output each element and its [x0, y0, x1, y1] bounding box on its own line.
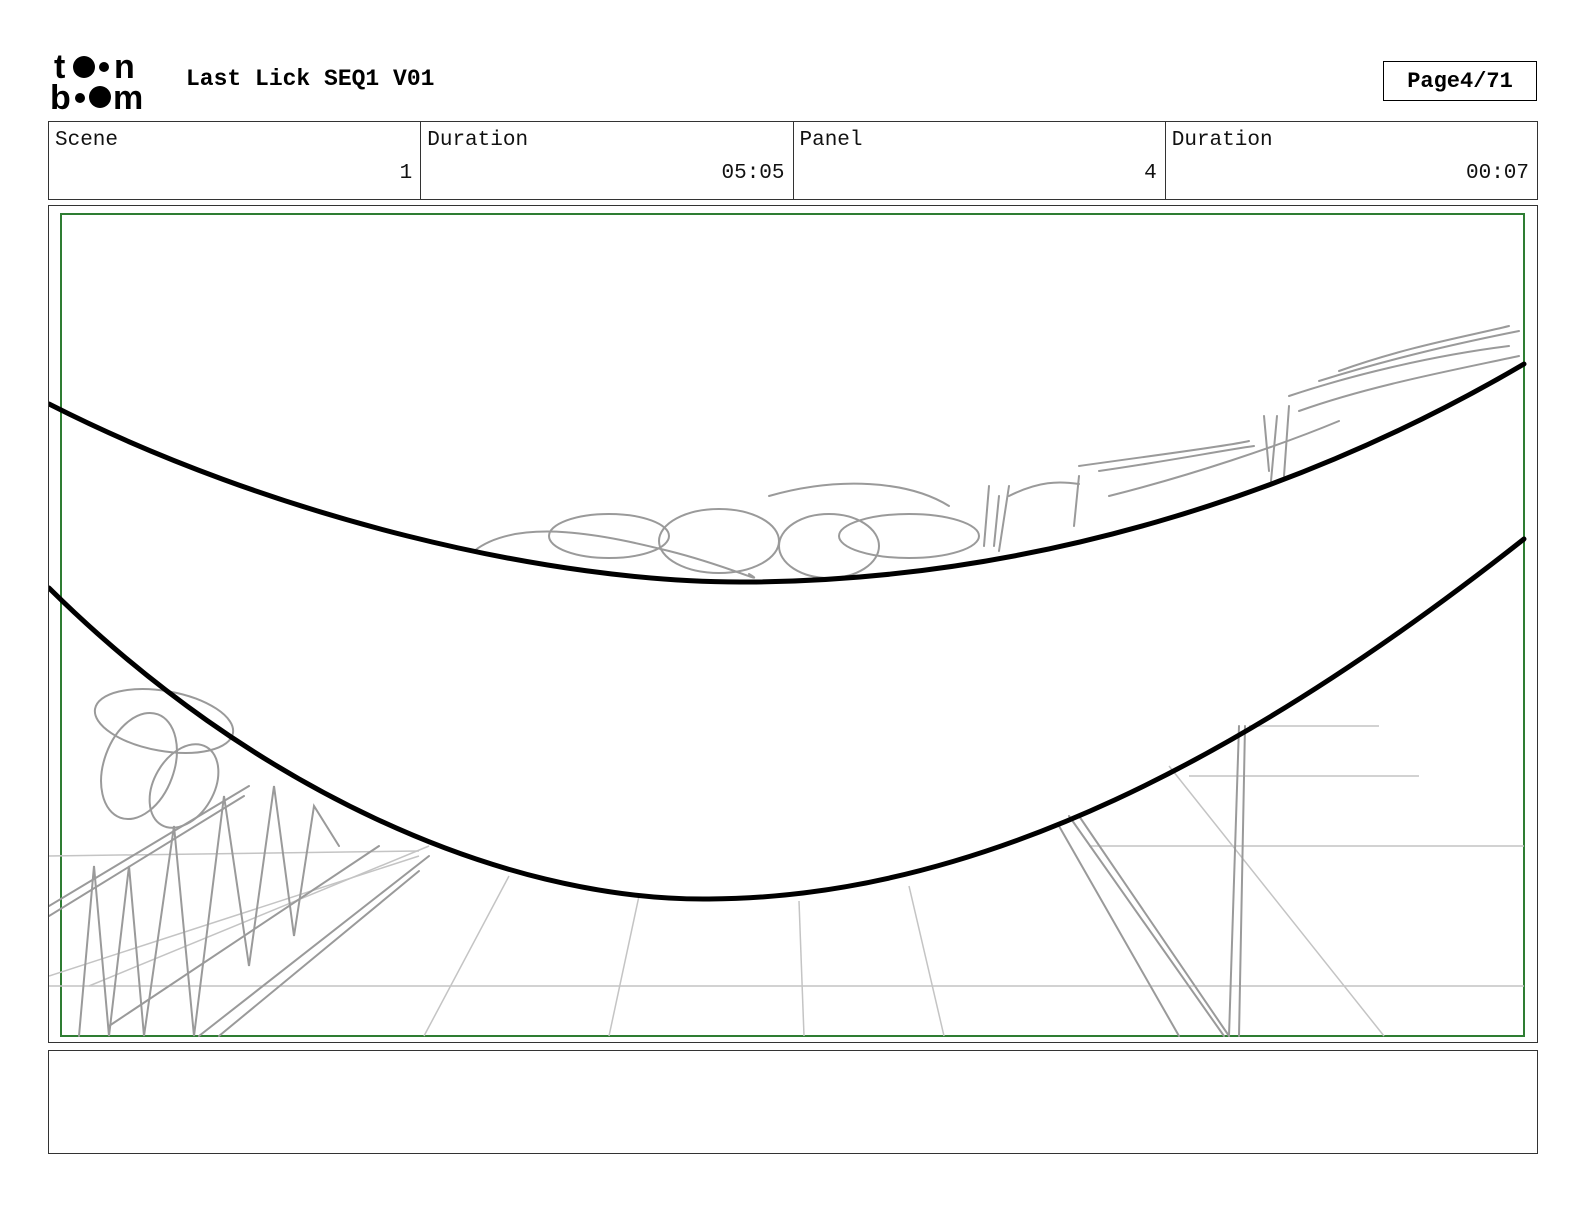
page-label: Page — [1407, 68, 1460, 94]
page-indicator: Page 4/71 — [1383, 61, 1537, 101]
scene-label: Scene — [55, 129, 119, 152]
toon-boom-logo-mark: t n b m — [50, 50, 143, 112]
panel-duration-value: 00:07 — [1465, 162, 1529, 185]
scene-cell: Scene 1 — [49, 122, 422, 199]
scene-value: 1 — [399, 162, 413, 185]
panel-cell: Panel 4 — [794, 122, 1166, 199]
floor-grid — [49, 725, 1524, 1037]
scene-duration-value: 05:05 — [721, 162, 785, 185]
toon-boom-logo: t n b m — [50, 50, 164, 112]
scene-duration-label: Duration — [427, 129, 529, 152]
panel-duration-cell: Duration 00:07 — [1166, 122, 1537, 199]
page-number: 4/71 — [1460, 68, 1513, 94]
storyboard-sketch — [49, 213, 1527, 1037]
panel-duration-label: Duration — [1171, 129, 1273, 152]
action-notes-box — [48, 1050, 1538, 1154]
svg-text:m: m — [113, 79, 143, 112]
panel-value: 4 — [1144, 162, 1157, 185]
document-title: Last Lick SEQ1 V01 — [186, 66, 435, 92]
scene-duration-cell: Duration 05:05 — [421, 122, 794, 199]
storyboard-panel — [48, 205, 1538, 1043]
scene-info-table: Scene 1 Duration 05:05 Panel 4 Duration … — [48, 121, 1538, 200]
panel-label: Panel — [799, 129, 863, 152]
svg-text:b: b — [50, 79, 71, 112]
